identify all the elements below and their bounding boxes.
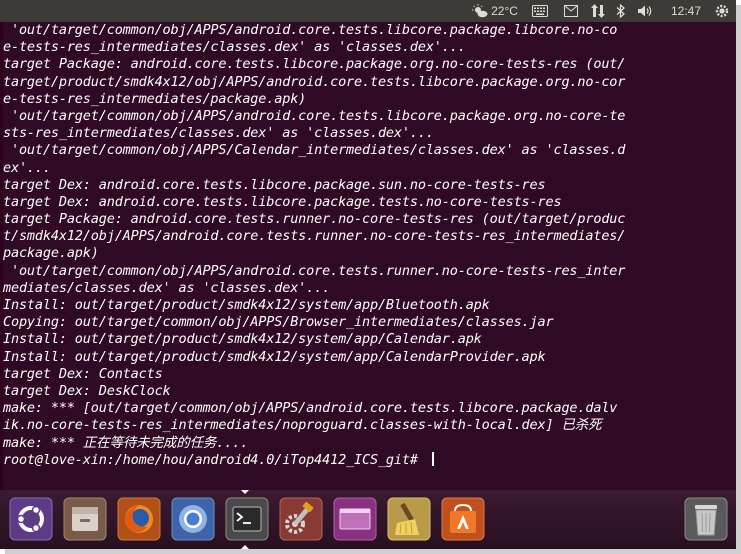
launcher-software-center-button[interactable] bbox=[439, 495, 487, 543]
network-indicator[interactable] bbox=[588, 0, 608, 22]
terminal-line: Install: out/target/product/smdk4x12/sys… bbox=[3, 331, 482, 348]
terminal-line: target Dex: Contacts bbox=[3, 365, 163, 382]
clock-time: 12:47 bbox=[670, 4, 702, 18]
terminal-line: sts-res_intermediates/classes.dex' as 'c… bbox=[3, 125, 434, 142]
terminal-output[interactable]: 'out/target/common/obj/APPS/android.core… bbox=[3, 22, 736, 469]
launcher-chromium-button[interactable] bbox=[169, 495, 217, 543]
bluetooth-icon bbox=[616, 4, 625, 18]
gear-icon bbox=[715, 4, 729, 18]
desktop-screen: 22°C 12:47 'out/target/common/obj/APPS/a… bbox=[0, 0, 736, 549]
mail-icon bbox=[564, 5, 578, 17]
launcher-terminal-button[interactable] bbox=[223, 495, 271, 543]
terminal-line: target Package: android.core.tests.libco… bbox=[3, 56, 626, 73]
launcher-trash-button[interactable] bbox=[682, 495, 730, 543]
session-indicator[interactable] bbox=[711, 0, 733, 22]
network-updown-icon bbox=[591, 4, 605, 18]
volume-icon bbox=[638, 5, 652, 17]
terminal-line: e-tests-res_intermediates/classes.dex' a… bbox=[3, 39, 466, 56]
weather-indicator[interactable]: 22°C bbox=[466, 0, 524, 22]
terminal-line: 'out/target/common/obj/APPS/android.core… bbox=[3, 22, 618, 38]
terminal-line: 'out/target/common/obj/APPS/android.core… bbox=[3, 262, 626, 279]
keyboard-indicator[interactable] bbox=[530, 0, 550, 22]
software-center-icon bbox=[441, 497, 485, 541]
launcher-files-button[interactable] bbox=[61, 495, 109, 543]
terminal-icon bbox=[225, 497, 269, 541]
active-window-indicator-top bbox=[241, 490, 249, 494]
screenshot-shadow-bottom bbox=[5, 549, 741, 554]
launcher-dash-button[interactable] bbox=[7, 495, 55, 543]
launcher-workspace-button[interactable] bbox=[331, 495, 379, 543]
terminal-window[interactable]: 'out/target/common/obj/APPS/android.core… bbox=[3, 22, 736, 490]
terminal-line: target/product/smdk4x12/obj/APPS/android… bbox=[3, 73, 626, 90]
terminal-line: ex'... bbox=[3, 159, 51, 176]
terminal-line: make: *** [out/target/common/obj/APPS/an… bbox=[3, 400, 618, 417]
bleachbit-icon bbox=[387, 497, 431, 541]
firefox-icon bbox=[117, 497, 161, 541]
keyboard-icon bbox=[532, 5, 548, 17]
clock-indicator[interactable]: 12:47 bbox=[664, 0, 708, 22]
terminal-line: ik.no-core-tests-res_intermediates/nopro… bbox=[3, 417, 602, 434]
trash-icon bbox=[684, 497, 728, 541]
launcher-settings-button[interactable] bbox=[277, 495, 325, 543]
sound-indicator[interactable] bbox=[636, 0, 656, 22]
terminal-line: target Dex: android.core.tests.libcore.p… bbox=[3, 176, 546, 193]
workspace-switcher-icon bbox=[333, 497, 377, 541]
terminal-line: 'out/target/common/obj/APPS/android.core… bbox=[3, 107, 626, 124]
bluetooth-indicator[interactable] bbox=[612, 0, 630, 22]
terminal-line: target Dex: DeskClock bbox=[3, 382, 171, 399]
terminal-line: t/smdk4x12/obj/APPS/android.core.tests.r… bbox=[3, 228, 626, 245]
terminal-line: e-tests-res_intermediates/package.apk) bbox=[3, 90, 307, 107]
terminal-cursor bbox=[431, 451, 434, 466]
files-icon bbox=[63, 497, 107, 541]
launcher-firefox-button[interactable] bbox=[115, 495, 163, 543]
top-panel: 22°C 12:47 bbox=[0, 0, 736, 22]
terminal-line: Install: out/target/product/smdk4x12/sys… bbox=[3, 348, 546, 365]
chromium-icon bbox=[171, 497, 215, 541]
terminal-line: mediates/classes.dex' as 'classes.dex'..… bbox=[3, 279, 331, 296]
ubuntu-dash-icon bbox=[9, 497, 53, 541]
terminal-line: target Dex: android.core.tests.libcore.p… bbox=[3, 193, 562, 210]
messaging-indicator[interactable] bbox=[561, 0, 581, 22]
unity-launcher bbox=[0, 490, 736, 549]
weather-temperature: 22°C bbox=[491, 4, 518, 18]
terminal-line: root@love-xin:/home/hou/android4.0/iTop4… bbox=[3, 451, 736, 469]
terminal-line: target Package: android.core.tests.runne… bbox=[3, 211, 626, 228]
launcher-bleachbit-button[interactable] bbox=[385, 495, 433, 543]
terminal-line: Install: out/target/product/smdk4x12/sys… bbox=[3, 297, 490, 313]
terminal-line: make: *** 正在等待未完成的任务.... bbox=[3, 434, 249, 451]
terminal-line: package.apk) bbox=[3, 245, 99, 262]
system-settings-icon bbox=[279, 497, 323, 541]
terminal-line: Copying: out/target/common/obj/APPS/Brow… bbox=[3, 314, 554, 331]
terminal-line: 'out/target/common/obj/APPS/Calendar_int… bbox=[3, 142, 626, 159]
weather-sun-cloud-icon bbox=[472, 4, 488, 18]
screenshot-shadow-right bbox=[736, 5, 741, 554]
